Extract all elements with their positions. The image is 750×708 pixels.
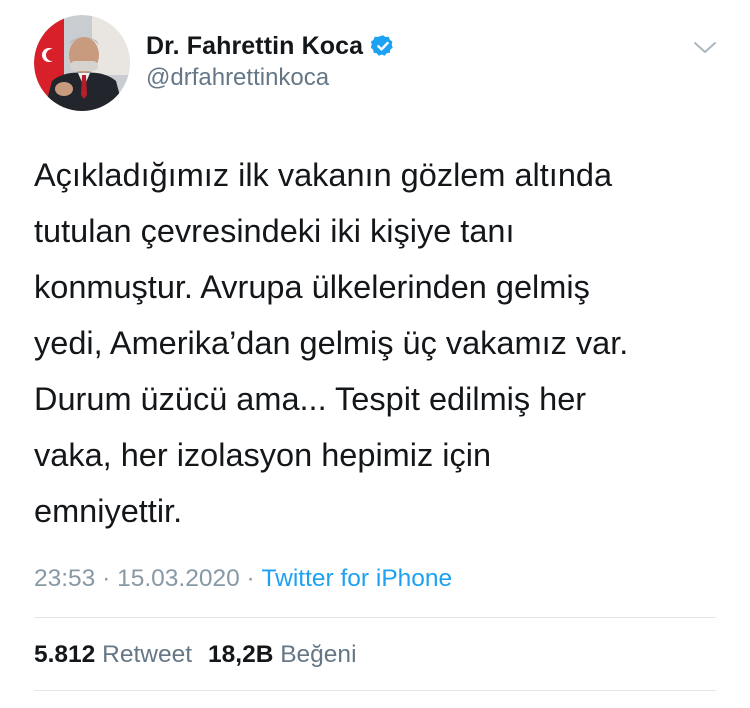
tweet-meta: 23:53 · 15.03.2020 · Twitter for iPhone <box>34 561 452 597</box>
tweet-stats: 5.812 Retweet 18,2B Beğeni <box>34 637 357 673</box>
meta-separator: · <box>102 565 111 592</box>
tweet-source-link[interactable]: Twitter for iPhone <box>262 565 453 593</box>
retweets-label: Retweet <box>102 641 193 668</box>
author-name-row: Dr. Fahrettin Koca <box>146 30 395 62</box>
meta-separator: · <box>246 565 255 592</box>
divider <box>34 690 716 691</box>
chevron-down-icon[interactable] <box>692 38 718 58</box>
avatar[interactable] <box>34 15 130 111</box>
likes-count: 18,2B <box>208 641 274 668</box>
user-handle[interactable]: @drfahrettinkoca <box>146 64 329 92</box>
retweets-stat[interactable]: 5.812 Retweet <box>34 641 192 669</box>
likes-stat[interactable]: 18,2B Beğeni <box>208 641 357 669</box>
retweets-count: 5.812 <box>34 641 96 668</box>
tweet-time[interactable]: 23:53 <box>34 565 95 593</box>
display-name[interactable]: Dr. Fahrettin Koca <box>146 32 363 61</box>
tweet-text: Açıkladığımız ilk vakanın gözlem altında… <box>34 157 629 529</box>
verified-badge-icon <box>370 34 395 58</box>
divider <box>34 617 716 618</box>
tweet-date[interactable]: 15.03.2020 <box>117 565 240 593</box>
tweet-card: Dr. Fahrettin Koca @drfahrettinkoca Açık… <box>0 0 750 708</box>
likes-label: Beğeni <box>280 641 357 668</box>
profile-photo <box>34 15 130 111</box>
